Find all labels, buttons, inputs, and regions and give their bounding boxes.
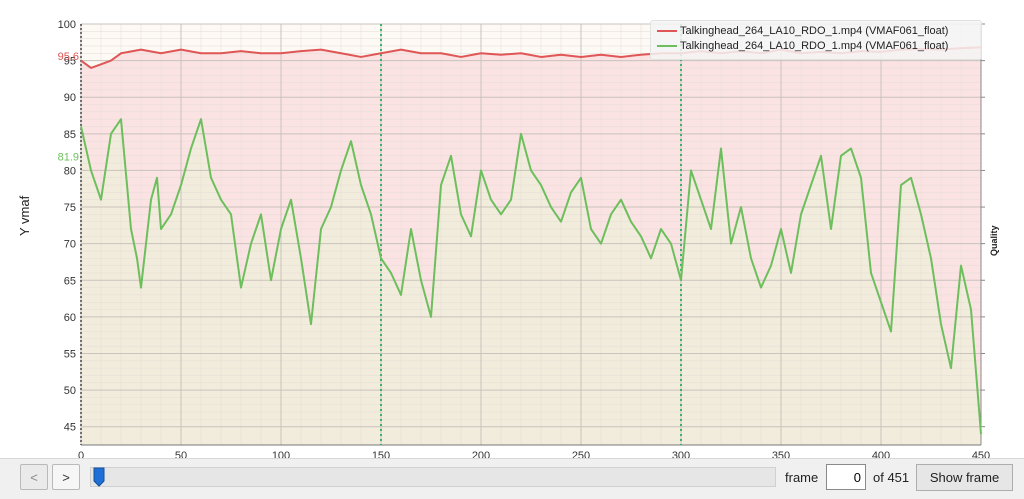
y-axis-label: Y vmaf (17, 195, 32, 236)
legend-swatch-1 (657, 30, 677, 32)
frame-slider-thumb[interactable] (93, 467, 105, 487)
previous-frame-button[interactable]: < (20, 464, 48, 490)
y-tick-label: 85 (64, 129, 76, 141)
playback-controls: < > frame of 451 Show frame (0, 459, 1024, 499)
x-tick-label: 50 (175, 450, 187, 458)
next-frame-button[interactable]: > (52, 464, 80, 490)
x-tick-label: 150 (372, 450, 390, 458)
legend-item-1: Talkinghead_264_LA10_RDO_1.mp4 (VMAF061_… (657, 24, 948, 38)
series-1-mean-label: 95.6 (58, 51, 79, 63)
x-tick-label: 100 (272, 450, 290, 458)
y-tick-label: 55 (64, 348, 76, 360)
y-tick-label: 100 (58, 19, 76, 31)
vmaf-chart: 0 50 100 150 200 250 300 350 400 450 45 50 55 60 65 70 7… (58, 19, 991, 458)
y-tick-label: 50 (64, 385, 76, 397)
x-tick-label: 400 (872, 450, 890, 458)
legend-text-2: Talkinghead_264_LA10_RDO_1.mp4 (VMAF061_… (680, 40, 949, 52)
y-tick-label: 70 (64, 239, 76, 251)
legend-swatch-2 (657, 45, 677, 47)
x-tick-label: 0 (78, 450, 84, 458)
x-tick-label: 300 (672, 450, 690, 458)
y-tick-label: 60 (64, 312, 76, 324)
y-tick-label: 65 (64, 275, 76, 287)
chart-panel: 0 50 100 150 200 250 300 350 400 450 45 50 55 60 65 70 7… (0, 0, 1024, 459)
y-tick-label: 45 (64, 422, 76, 434)
frame-slider-track[interactable] (90, 467, 776, 487)
x-tick-label: 350 (772, 450, 790, 458)
legend: Talkinghead_264_LA10_RDO_1.mp4 (VMAF061_… (650, 20, 982, 60)
x-tick-label: 250 (572, 450, 590, 458)
y-tick-label: 80 (64, 165, 76, 177)
x-tick-label: 200 (472, 450, 490, 458)
frame-label: frame (785, 470, 819, 485)
right-axis-label: Quality (989, 225, 999, 256)
x-tick-label: 450 (972, 450, 990, 458)
legend-text-1: Talkinghead_264_LA10_RDO_1.mp4 (VMAF061_… (680, 25, 949, 37)
y-tick-label: 75 (64, 202, 76, 214)
legend-item-2: Talkinghead_264_LA10_RDO_1.mp4 (VMAF061_… (657, 39, 948, 53)
frame-total-label: of 451 (873, 470, 910, 485)
y-tick-label: 90 (64, 92, 76, 104)
series-2-mean-label: 81.9 (58, 152, 79, 164)
frame-number-input[interactable] (826, 464, 866, 490)
show-frame-button[interactable]: Show frame (916, 464, 1013, 491)
